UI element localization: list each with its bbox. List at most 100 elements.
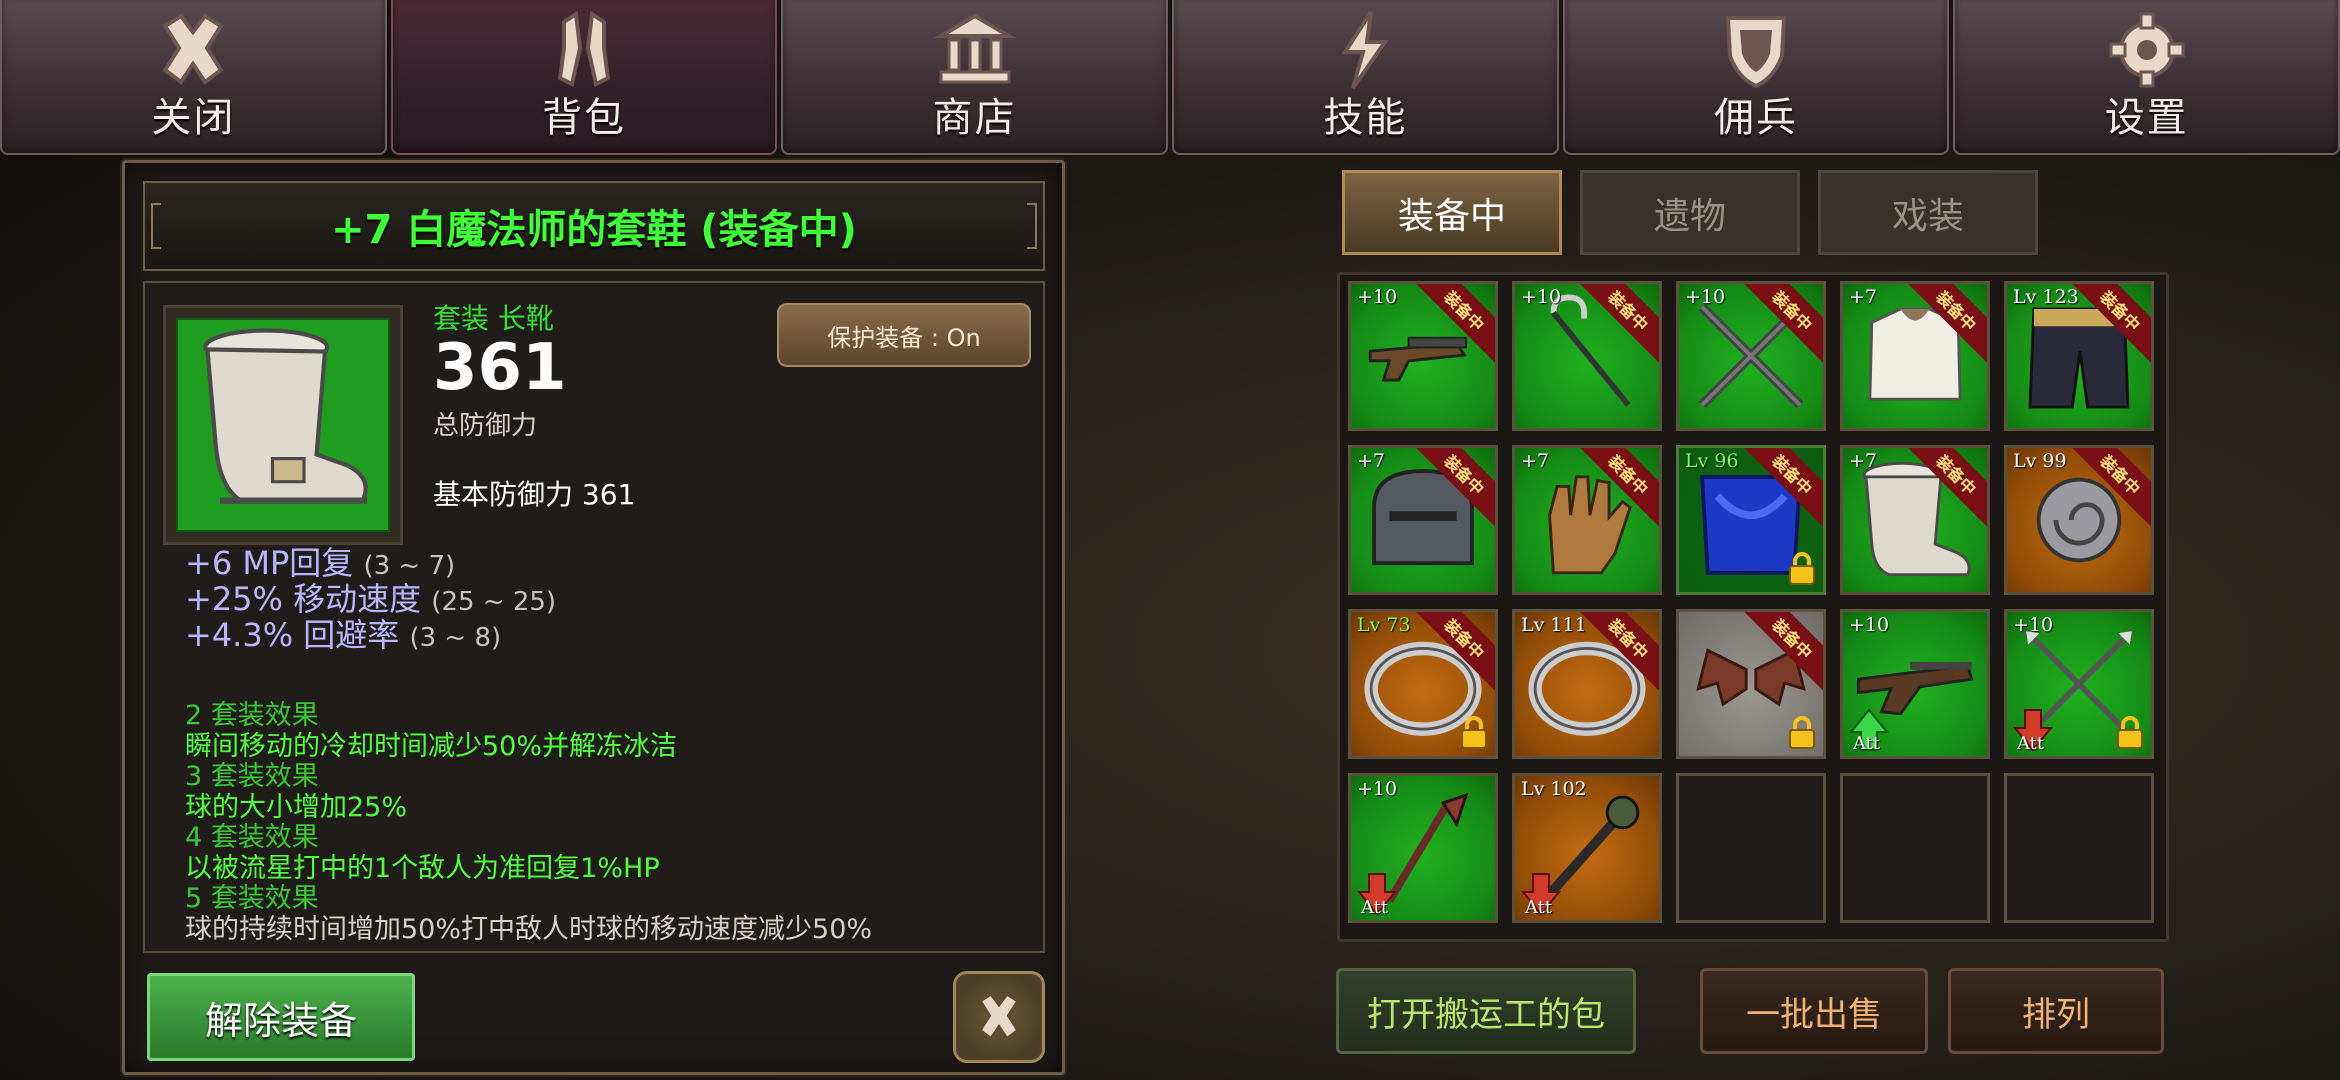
set-effect-description: 瞬间移动的冷却时间减少50%并解冻冰洁 bbox=[185, 731, 678, 762]
item-level: +10 bbox=[1521, 286, 1562, 308]
inventory-tabs: 装备中 遗物 戏装 bbox=[1342, 170, 2038, 255]
set-effect-heading: 5 套装效果 bbox=[185, 883, 319, 914]
item-level: +7 bbox=[1849, 286, 1878, 308]
item-level: +7 bbox=[1849, 450, 1878, 472]
backpack-icon bbox=[557, 10, 611, 87]
attack-indicator-label: Att bbox=[1853, 733, 1881, 754]
lock-icon bbox=[1461, 716, 1487, 749]
item-level: Lv 73 bbox=[1357, 614, 1411, 636]
top-navigation: 关闭 背包 商店 技能 佣兵 设置 bbox=[0, 0, 2340, 155]
nav-shop[interactable]: 商店 bbox=[781, 0, 1169, 155]
inventory-grid-frame: +10 装备中 +10 装备中 +10 装备中 +7 装备中 Lv 123 装备中 +7 装备中 +7 装… bbox=[1337, 272, 2169, 942]
item-level: +10 bbox=[2013, 614, 2054, 636]
inventory-slot[interactable]: +7 装备中 bbox=[1840, 281, 1990, 431]
stat-line: +6 MP回复 (3 ~ 7) bbox=[185, 544, 456, 582]
nav-settings[interactable]: 设置 bbox=[1953, 0, 2340, 155]
item-detail-body[interactable]: 套装 长靴 361 总防御力 基本防御力 361 保护装备 : On +6 MP… bbox=[143, 281, 1045, 953]
nav-backpack[interactable]: 背包 bbox=[390, 0, 778, 155]
inventory-grid: +10 装备中 +10 装备中 +10 装备中 +7 装备中 Lv 123 装备中 +7 装备中 +7 装… bbox=[1348, 281, 2158, 923]
inventory-slot[interactable]: +7 装备中 bbox=[1512, 445, 1662, 595]
inventory-slot-empty[interactable] bbox=[1840, 773, 1990, 923]
nav-label: 背包 bbox=[542, 95, 626, 141]
attack-indicator-label: Att bbox=[1361, 897, 1389, 918]
nav-mercenary[interactable]: 佣兵 bbox=[1562, 0, 1950, 155]
total-defense-value: 361 bbox=[433, 331, 567, 405]
item-level: +10 bbox=[1849, 614, 1890, 636]
item-stats: +6 MP回复 (3 ~ 7) +25% 移动速度 (25 ~ 25) +4.3… bbox=[185, 547, 556, 655]
item-title: +7 白魔法师的套鞋 (装备中) bbox=[331, 207, 857, 253]
protect-equipment-button[interactable]: 保护装备 : On bbox=[777, 303, 1031, 367]
base-defense: 基本防御力 361 bbox=[433, 478, 636, 511]
tab-equipped[interactable]: 装备中 bbox=[1342, 170, 1562, 255]
nav-close[interactable]: 关闭 bbox=[0, 0, 387, 155]
item-level: +10 bbox=[1357, 778, 1398, 800]
inventory-slot[interactable]: Lv 102 Att bbox=[1512, 773, 1662, 923]
shield-icon bbox=[1725, 16, 1787, 89]
attack-indicator-label: Att bbox=[2017, 733, 2045, 754]
item-level: +7 bbox=[1357, 450, 1386, 472]
nav-label: 佣兵 bbox=[1714, 95, 1799, 141]
inventory-slot[interactable]: +10 Att bbox=[1840, 609, 1990, 759]
frame-decoration bbox=[151, 203, 161, 249]
tab-costumes[interactable]: 戏装 bbox=[1818, 170, 2038, 255]
item-level: Lv 123 bbox=[2013, 286, 2079, 308]
item-level: +10 bbox=[1357, 286, 1398, 308]
set-effect-heading: 2 套装效果 bbox=[185, 700, 319, 731]
item-level: +7 bbox=[1521, 450, 1550, 472]
set-effect-description: 球的大小增加25% bbox=[185, 792, 408, 823]
nav-label: 商店 bbox=[932, 95, 1017, 141]
stat-line: +25% 移动速度 (25 ~ 25) bbox=[185, 580, 557, 618]
inventory-slot[interactable]: Lv 96 装备中 bbox=[1676, 445, 1826, 595]
frame-decoration bbox=[1027, 203, 1037, 249]
close-x-icon bbox=[162, 13, 225, 85]
unequip-button[interactable]: 解除装备 bbox=[147, 973, 415, 1061]
inventory-slot[interactable]: +10 装备中 bbox=[1676, 281, 1826, 431]
sort-button[interactable]: 排列 bbox=[1948, 968, 2164, 1054]
inventory-slot[interactable]: +7 装备中 bbox=[1348, 445, 1498, 595]
inventory-slot[interactable]: +10 Att bbox=[1348, 773, 1498, 923]
boot-icon bbox=[203, 328, 368, 504]
stat-line: +4.3% 回避率 (3 ~ 8) bbox=[185, 616, 502, 654]
item-portrait-background bbox=[176, 318, 390, 532]
item-level: Lv 102 bbox=[1521, 778, 1587, 800]
total-defense-caption: 总防御力 bbox=[433, 411, 538, 441]
item-level: Lv 96 bbox=[1685, 450, 1739, 472]
tab-relics[interactable]: 遗物 bbox=[1580, 170, 1800, 255]
inventory-slot[interactable]: Lv 99 装备中 bbox=[2004, 445, 2154, 595]
set-effects-list: 2 套装效果 瞬间移动的冷却时间减少50%并解冻冰洁 3 套装效果 球的大小增加… bbox=[185, 700, 873, 946]
inventory-slot[interactable]: Lv 111 装备中 bbox=[1512, 609, 1662, 759]
inventory-slot[interactable]: 装备中 bbox=[1676, 609, 1826, 759]
inventory-slot[interactable]: +10 装备中 bbox=[1348, 281, 1498, 431]
lock-icon bbox=[1789, 552, 1815, 585]
shop-building-icon bbox=[933, 13, 1017, 84]
nav-label: 技能 bbox=[1323, 95, 1408, 141]
inventory-slot[interactable]: Lv 73 装备中 bbox=[1348, 609, 1498, 759]
set-effect-description: 以被流星打中的1个敌人为准回复1%HP bbox=[185, 853, 660, 884]
lock-icon bbox=[1789, 716, 1815, 749]
attack-indicator-label: Att bbox=[1525, 897, 1553, 918]
close-x-icon bbox=[978, 992, 1020, 1041]
bulk-sell-button[interactable]: 一批出售 bbox=[1700, 968, 1928, 1054]
inventory-slot[interactable]: +7 装备中 bbox=[1840, 445, 1990, 595]
item-level: Lv 99 bbox=[2013, 450, 2067, 472]
item-title-bar: +7 白魔法师的套鞋 (装备中) bbox=[143, 181, 1045, 271]
lock-icon bbox=[2117, 716, 2143, 749]
inventory-slot[interactable]: Lv 123 装备中 bbox=[2004, 281, 2154, 431]
item-level: Lv 111 bbox=[1521, 614, 1587, 636]
nav-skills[interactable]: 技能 bbox=[1172, 0, 1559, 155]
set-effect-heading: 3 套装效果 bbox=[185, 761, 319, 792]
set-effect-description: 球的持续时间增加50%打中敌人时球的移动速度减少50% bbox=[185, 914, 873, 945]
set-effect-heading: 4 套装效果 bbox=[185, 822, 319, 853]
open-porter-bag-button[interactable]: 打开搬运工的包 bbox=[1336, 968, 1636, 1054]
close-detail-button[interactable] bbox=[953, 971, 1045, 1063]
item-level: +10 bbox=[1685, 286, 1726, 308]
inventory-slot-empty[interactable] bbox=[2004, 773, 2154, 923]
item-portrait bbox=[163, 305, 403, 545]
nav-label: 关闭 bbox=[151, 95, 236, 141]
inventory-slot[interactable]: +10 装备中 bbox=[1512, 281, 1662, 431]
inventory-slot[interactable]: +10 Att bbox=[2004, 609, 2154, 759]
nav-label: 设置 bbox=[2104, 95, 2189, 141]
lightning-icon bbox=[1341, 10, 1390, 90]
gear-icon bbox=[2109, 12, 2185, 88]
inventory-slot-empty[interactable] bbox=[1676, 773, 1826, 923]
